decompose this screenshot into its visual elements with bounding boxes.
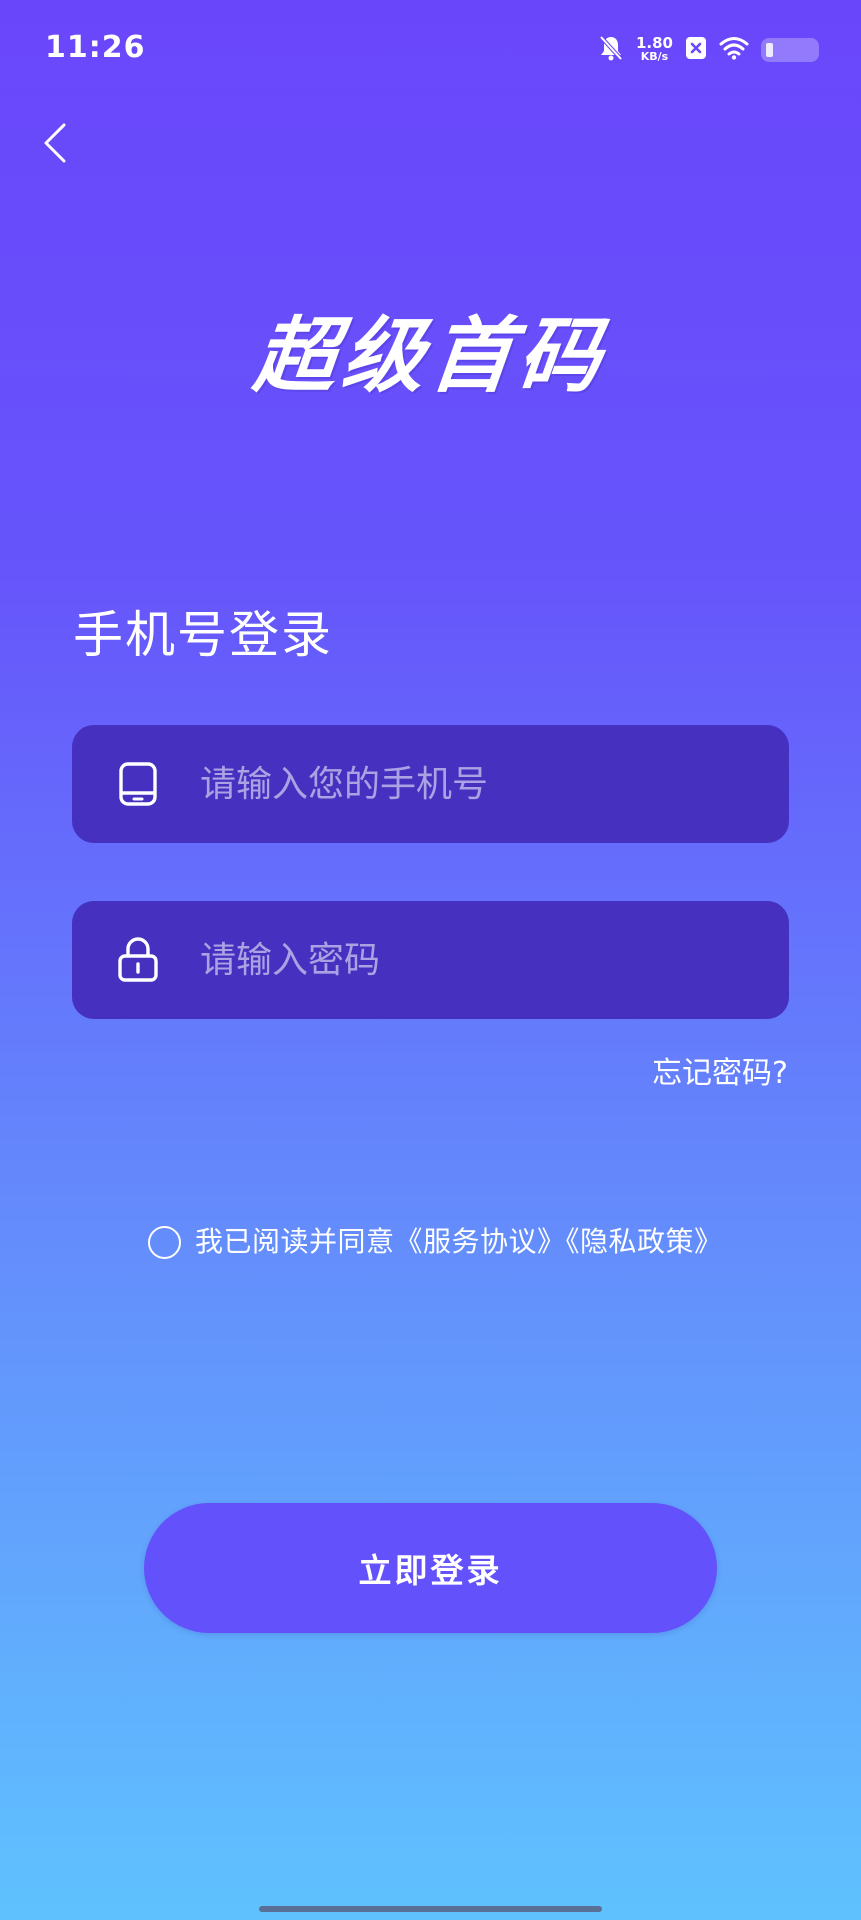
lock-icon xyxy=(114,936,162,984)
service-terms-link[interactable]: 《服务协议》 xyxy=(395,1225,566,1258)
app-logo: 超级首码 xyxy=(249,309,612,404)
battery-icon xyxy=(761,38,819,62)
close-box-icon xyxy=(685,36,707,64)
agreement-checkbox[interactable] xyxy=(148,1225,181,1259)
phone-field[interactable] xyxy=(72,725,789,843)
agreement-prefix: 我已阅读并同意 xyxy=(195,1225,395,1258)
wifi-icon xyxy=(719,36,749,64)
home-indicator[interactable] xyxy=(259,1906,602,1912)
net-speed-value: 1.80 xyxy=(635,34,673,52)
net-speed: 1.80 KB/s xyxy=(635,34,673,64)
bell-muted-icon xyxy=(598,34,624,66)
phone-icon xyxy=(114,760,162,808)
password-field[interactable] xyxy=(72,901,789,1019)
phone-input[interactable] xyxy=(200,725,759,843)
agreement-text: 我已阅读并同意《服务协议》《隐私政策》 xyxy=(195,1222,723,1262)
battery-level xyxy=(766,43,773,57)
back-button[interactable] xyxy=(30,115,80,170)
net-speed-unit: KB/s xyxy=(640,50,669,63)
status-icons: 1.80 KB/s xyxy=(598,34,819,66)
chevron-left-icon xyxy=(44,123,66,162)
password-input[interactable] xyxy=(200,901,759,1019)
forgot-password-link[interactable]: 忘记密码? xyxy=(652,1052,788,1096)
privacy-policy-link[interactable]: 《隐私政策》 xyxy=(566,1225,723,1258)
page-title: 手机号登录 xyxy=(73,606,333,664)
login-button[interactable]: 立即登录 xyxy=(144,1503,717,1633)
status-time: 11:26 xyxy=(45,30,146,65)
login-screen: 11:26 1.80 KB/s 超级首码 手机号登录 请输入您的手机号 忘记密码… xyxy=(0,0,861,1920)
status-bar: 11:26 1.80 KB/s xyxy=(0,0,861,100)
agreement-row: 我已阅读并同意《服务协议》《隐私政策》 xyxy=(148,1222,723,1262)
